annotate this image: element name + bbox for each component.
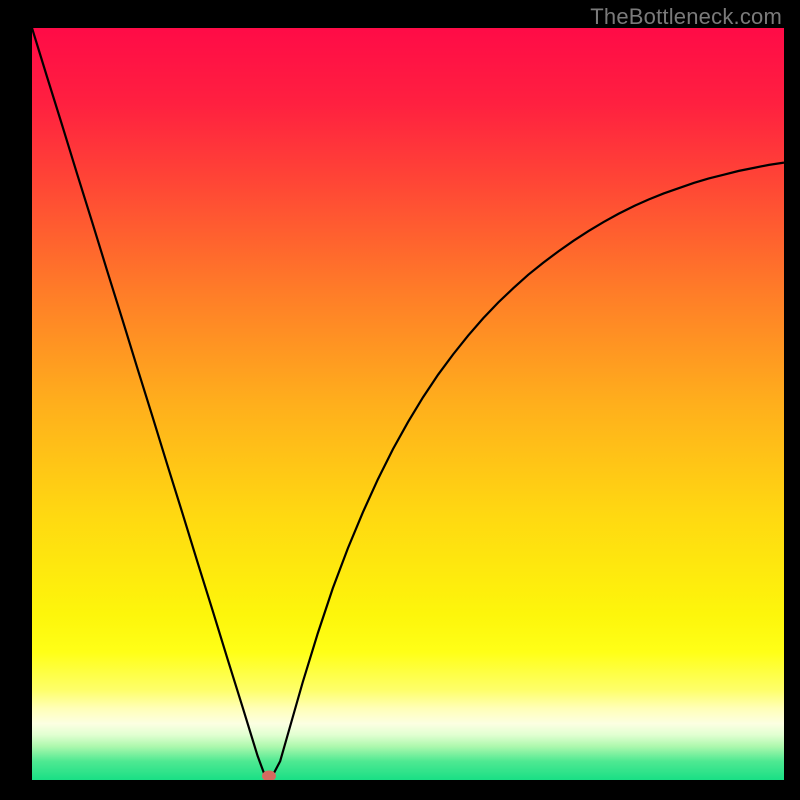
watermark-text: TheBottleneck.com [590,4,782,30]
chart-plot-area [32,28,784,780]
chart-minimum-marker [262,771,276,781]
chart-curve-line [32,28,784,780]
